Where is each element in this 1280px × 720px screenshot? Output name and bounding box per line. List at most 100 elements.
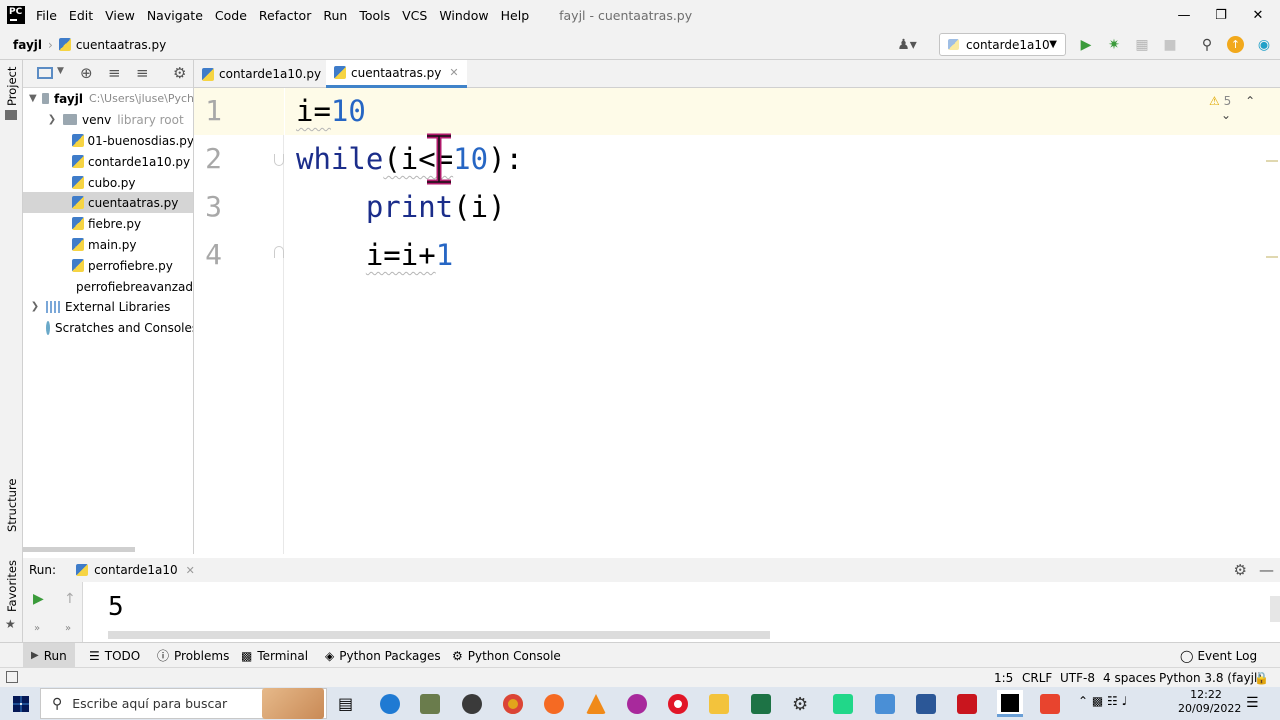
tab-python-packages[interactable]: ◈ Python Packages [325, 643, 441, 668]
firefox-icon[interactable] [544, 694, 564, 714]
tab-cuentaatras[interactable]: cuentaatras.py ✕ [326, 60, 467, 88]
tree-item-external-libraries[interactable]: ❯ External Libraries [23, 296, 193, 317]
menu-help[interactable]: Help [501, 8, 530, 23]
chevron-right-icon[interactable]: ❯ [46, 114, 58, 125]
up-arrow-icon[interactable]: ↑ [64, 591, 76, 607]
task-view-icon[interactable]: ▤ [338, 694, 358, 714]
close-tab-icon[interactable]: ✕ [449, 66, 458, 79]
error-stripe-mark[interactable] [1266, 160, 1278, 162]
excel-icon[interactable] [751, 694, 771, 714]
tree-item-file[interactable]: main.py [23, 234, 193, 255]
menu-run[interactable]: Run [323, 8, 347, 23]
favorites-tool-label[interactable]: Favorites [5, 560, 19, 612]
tab-contarde1a10[interactable]: contarde1a10.py✕ [194, 60, 346, 88]
tree-item-file[interactable]: 01-buenosdias.py [23, 130, 193, 151]
settings-gear-icon[interactable]: ⚙ [1234, 561, 1247, 579]
menu-window[interactable]: Window [439, 8, 488, 23]
chevron-right-icon[interactable]: ❯ [29, 301, 41, 312]
menu-tools[interactable]: Tools [359, 8, 390, 23]
hide-panel-icon[interactable]: — [1259, 561, 1274, 579]
view-mode-icon[interactable] [37, 67, 53, 79]
tree-item-file[interactable]: perrofiebreavanzado. [23, 276, 193, 297]
settings-gear-icon[interactable]: ⚙ [792, 694, 812, 715]
collapse-all-icon[interactable]: ≡ [136, 64, 149, 82]
user-account-icon[interactable]: ♟▾ [893, 36, 921, 54]
app-icon[interactable] [462, 694, 482, 714]
tab-todo[interactable]: ☰ TODO [89, 643, 140, 668]
acrobat-icon[interactable] [957, 694, 977, 714]
tab-run[interactable]: ▶ Run [23, 643, 75, 668]
more-icon[interactable]: » [65, 623, 71, 634]
code-line-1[interactable]: i=10 [296, 94, 366, 128]
menu-code[interactable]: Code [215, 8, 247, 23]
app-red-icon[interactable] [1040, 694, 1060, 714]
close-tab-icon[interactable]: ✕ [186, 564, 195, 577]
tab-problems[interactable]: ⓘ Problems [157, 643, 229, 668]
search-icon[interactable]: ⚲ [1198, 36, 1216, 54]
run-configuration-select[interactable]: contarde1a10 ▼ [939, 33, 1066, 56]
event-log-button[interactable]: ◯ Event Log [1180, 643, 1257, 668]
tab-python-console[interactable]: ⚙ Python Console [452, 643, 561, 668]
remote-desktop-icon[interactable] [875, 694, 895, 714]
debug-icon[interactable]: ✷ [1105, 36, 1123, 54]
view-mode-dropdown-icon[interactable]: ▼ [57, 66, 64, 76]
tray-icons[interactable]: ⌃ ▩ ☷ ♩ [1078, 694, 1127, 708]
word-icon[interactable] [916, 694, 936, 714]
jetbrains-icon[interactable]: ◉ [1255, 36, 1273, 54]
run-tab-contarde1a10[interactable]: contarde1a10 [94, 563, 178, 577]
code-line-4[interactable]: i=i+1 [296, 238, 453, 272]
toggle-tool-windows-icon[interactable] [6, 671, 18, 683]
opera-icon[interactable] [668, 694, 688, 714]
caret-position[interactable]: 1:5 [994, 671, 1013, 685]
coverage-icon[interactable]: ▦ [1133, 36, 1151, 54]
indent-setting[interactable]: 4 spaces [1103, 671, 1156, 685]
horizontal-scrollbar[interactable] [23, 547, 135, 552]
rerun-icon[interactable]: ▶ [33, 591, 44, 607]
tree-item-file-selected[interactable]: cuentaatras.py [23, 192, 193, 213]
clion-icon[interactable] [833, 694, 853, 714]
game-icon[interactable] [420, 694, 440, 714]
horizontal-scrollbar[interactable] [108, 631, 770, 639]
error-stripe-mark[interactable] [1266, 256, 1278, 258]
media-icon[interactable] [627, 694, 647, 714]
fold-end-marker-icon[interactable] [274, 246, 284, 258]
locate-icon[interactable]: ⊕ [80, 64, 93, 82]
update-icon[interactable]: ↑ [1227, 36, 1244, 53]
notifications-icon[interactable]: ☰ [1246, 695, 1259, 711]
code-line-3[interactable]: print(i) [296, 190, 506, 224]
tree-item-file[interactable]: contarde1a10.py [23, 151, 193, 172]
project-tool-label[interactable]: Project [5, 67, 19, 106]
menu-navigate[interactable]: Navigate [147, 8, 203, 23]
chevron-down-icon[interactable]: ⌄ [1221, 108, 1231, 122]
file-encoding[interactable]: UTF-8 [1060, 671, 1095, 685]
tree-item-venv[interactable]: ❯ venv library root [23, 109, 193, 130]
windows-start-icon[interactable] [13, 696, 29, 712]
menu-edit[interactable]: Edit [69, 8, 93, 23]
chevron-up-icon[interactable]: ⌃ [1245, 94, 1255, 108]
file-explorer-icon[interactable] [709, 694, 729, 714]
code-editor[interactable]: i=10 while(i<=10): print(i) i=i+1 ⚠ 5 ⌃ … [285, 88, 1280, 554]
more-icon[interactable]: » [34, 623, 40, 634]
lock-icon[interactable]: 🔒 [1254, 671, 1269, 685]
line-separator[interactable]: CRLF [1022, 671, 1052, 685]
menu-file[interactable]: File [36, 8, 57, 23]
structure-tool-label[interactable]: Structure [5, 479, 19, 533]
breadcrumb-project[interactable]: fayjl [13, 38, 42, 52]
pycharm-taskbar-icon[interactable] [997, 690, 1023, 717]
tab-terminal[interactable]: ▩ Terminal [241, 643, 308, 668]
chevron-down-icon[interactable]: ▼ [29, 93, 37, 104]
close-window-icon[interactable]: ✕ [1236, 0, 1280, 30]
tree-item-project-root[interactable]: ▼ fayjl C:\Users\jluse\Pych [23, 88, 193, 109]
settings-gear-icon[interactable]: ⚙ [173, 64, 186, 82]
tree-item-file[interactable]: fiebre.py [23, 213, 193, 234]
python-interpreter[interactable]: Python 3.8 (fayjl) [1159, 671, 1262, 685]
inspection-warnings[interactable]: ⚠ 5 ⌃ ⌄ [1209, 94, 1280, 122]
clock[interactable]: 12:22 20/09/2022 [1178, 688, 1241, 716]
menu-view[interactable]: View [105, 8, 135, 23]
stop-icon[interactable]: ■ [1161, 36, 1179, 54]
tree-item-file[interactable]: cubo.py [23, 172, 193, 193]
vertical-scrollbar[interactable] [1270, 596, 1280, 622]
vlc-icon[interactable] [586, 694, 606, 714]
run-icon[interactable]: ▶ [1077, 36, 1095, 54]
menu-vcs[interactable]: VCS [402, 8, 427, 23]
